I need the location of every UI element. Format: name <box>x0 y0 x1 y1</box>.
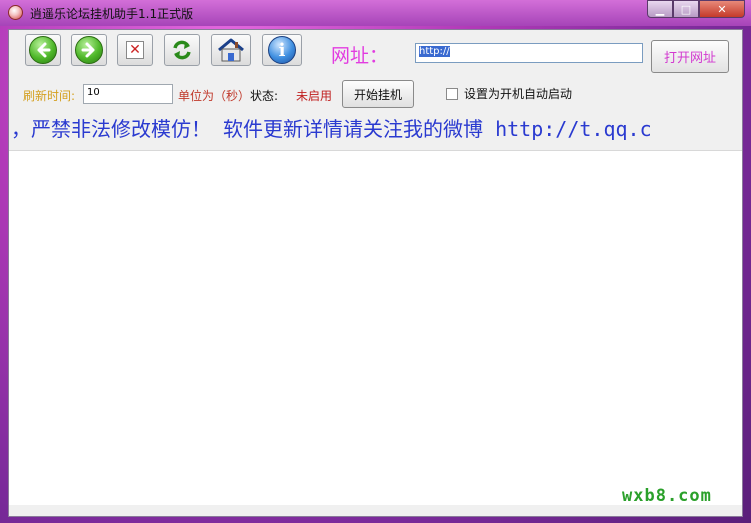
refresh-icon <box>173 40 191 60</box>
window-controls: ▁ □ ✕ <box>647 0 745 19</box>
notice-marquee: ，严禁非法修改模仿！ 软件更新详情请关注我的微博 http://t.qq.c <box>9 112 742 140</box>
window-title: 逍遥乐论坛挂机助手1.1正式版 <box>30 7 194 21</box>
home-button[interactable] <box>211 34 251 66</box>
status-value: 未启用 <box>296 89 333 103</box>
status-label: 状态: <box>250 89 279 103</box>
url-input[interactable]: http:// <box>415 43 643 63</box>
minimize-button[interactable]: ▁ <box>647 0 673 18</box>
forward-button[interactable] <box>71 34 107 66</box>
client-area: ✕ i 网址： http:// 打开网址 刷新时间: 10 单位为（秒） 状态:… <box>8 29 743 517</box>
forward-arrow-icon <box>75 36 103 64</box>
app-window: 逍遥乐论坛挂机助手1.1正式版 ▁ □ ✕ ✕ i 网址： http:// 打开… <box>0 0 751 523</box>
marquee-text: ，严禁非法修改模仿！ 软件更新详情请关注我的微博 http://t.qq.c <box>11 117 652 140</box>
autostart-option[interactable]: 设置为开机自动启动 <box>446 85 572 102</box>
settings-row: 刷新时间: 10 单位为（秒） 状态: 未启用 开始挂机 设置为开机自动启动 <box>9 80 742 112</box>
stop-button[interactable]: ✕ <box>117 34 153 66</box>
watermark-logo: wxb8.com <box>622 486 712 506</box>
info-button[interactable]: i <box>262 34 302 66</box>
close-button[interactable]: ✕ <box>699 0 745 18</box>
autostart-checkbox[interactable] <box>446 87 458 100</box>
start-button[interactable]: 开始挂机 <box>342 80 414 108</box>
web-browser-area[interactable] <box>9 150 742 506</box>
refresh-time-label: 刷新时间: <box>23 89 76 103</box>
home-icon <box>218 38 244 62</box>
refresh-time-input[interactable]: 10 <box>83 84 173 104</box>
toolbar: ✕ i 网址： http:// 打开网址 <box>9 30 742 80</box>
url-input-value: http:// <box>419 46 450 57</box>
app-icon <box>8 5 23 20</box>
back-arrow-icon <box>29 36 57 64</box>
unit-label: 单位为（秒） <box>178 89 251 103</box>
autostart-label: 设置为开机自动启动 <box>464 87 573 101</box>
back-button[interactable] <box>25 34 61 66</box>
stop-icon: ✕ <box>126 41 144 59</box>
title-bar[interactable]: 逍遥乐论坛挂机助手1.1正式版 ▁ □ ✕ <box>0 0 751 26</box>
maximize-button[interactable]: □ <box>673 0 699 18</box>
info-icon: i <box>268 36 296 64</box>
refresh-button[interactable] <box>164 34 200 66</box>
url-label: 网址： <box>331 45 389 67</box>
open-url-button[interactable]: 打开网址 <box>651 40 729 73</box>
bottom-strip <box>9 505 742 516</box>
